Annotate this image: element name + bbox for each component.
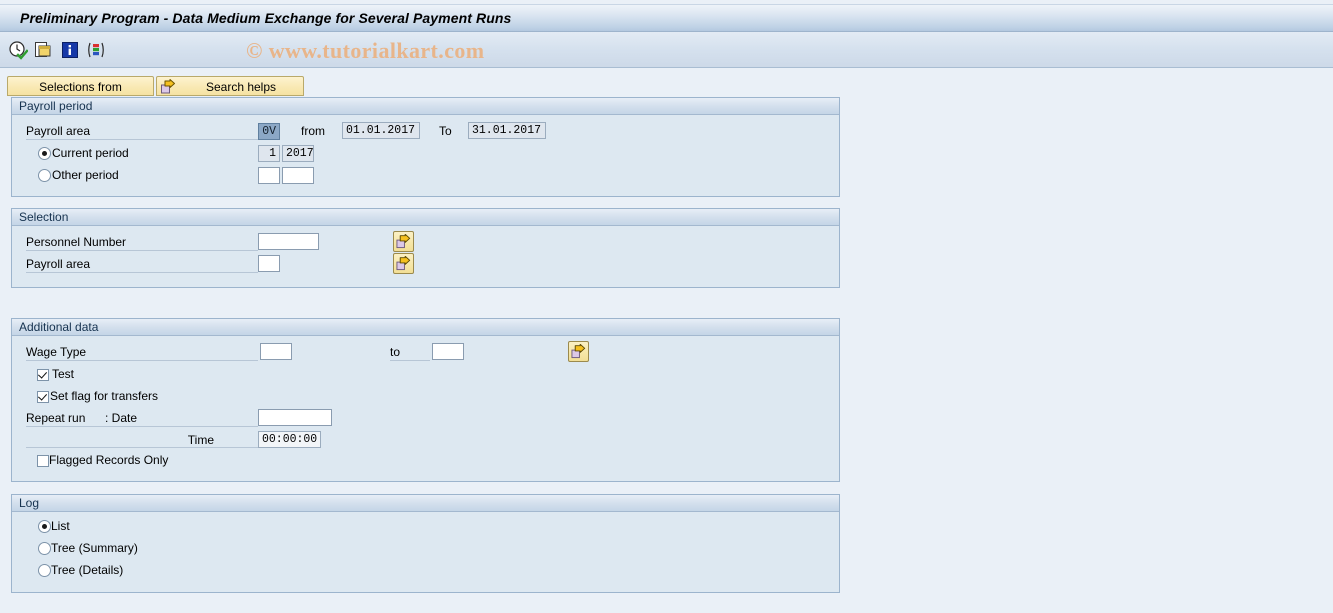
personnel-number-input[interactable]: [258, 233, 319, 250]
tab-search-helps-label: Search helps: [205, 80, 277, 94]
panel-additional-data-header: Additional data: [12, 319, 839, 336]
selection-payroll-area-label: Payroll area: [26, 256, 258, 273]
repeat-run-time-input[interactable]: 00:00:00: [258, 431, 321, 448]
application-toolbar: [0, 32, 1333, 68]
checkbox-test-label[interactable]: Test: [52, 366, 74, 382]
panel-additional-data: Additional data Wage Type to Test Set fl…: [11, 318, 840, 482]
info-icon[interactable]: [60, 40, 80, 60]
other-period-number-input[interactable]: [258, 167, 280, 184]
radio-other-period[interactable]: [38, 169, 51, 182]
payroll-area-label: Payroll area: [26, 123, 258, 140]
panel-log: Log List Tree (Summary) Tree (Details): [11, 494, 840, 593]
radio-log-tree-summary-label[interactable]: Tree (Summary): [51, 540, 138, 556]
multiple-selection-icon[interactable]: [86, 40, 106, 60]
radio-log-list-label[interactable]: List: [51, 518, 70, 534]
current-period-year: 2017: [282, 145, 314, 162]
copy-variant-icon[interactable]: [34, 40, 54, 60]
radio-other-period-label[interactable]: Other period: [52, 167, 119, 183]
wage-type-multi-select-button[interactable]: [568, 341, 589, 362]
other-period-year-input[interactable]: [282, 167, 314, 184]
tab-selections-from-label: Selections from: [39, 80, 122, 94]
radio-current-period-label[interactable]: Current period: [52, 145, 129, 161]
to-label: To: [439, 124, 452, 138]
toolbar-icon-group: [8, 40, 106, 60]
panel-selection-header: Selection: [12, 209, 839, 226]
window-title-bar: Preliminary Program - Data Medium Exchan…: [0, 4, 1333, 32]
selection-payroll-area-input[interactable]: [258, 255, 280, 272]
period-from-date: 01.01.2017: [342, 122, 420, 139]
personnel-number-multi-select-button[interactable]: [393, 231, 414, 252]
selection-tabstrip: Selections from Search helps: [7, 76, 304, 96]
period-to-date: 31.01.2017: [468, 122, 546, 139]
panel-log-body: List Tree (Summary) Tree (Details): [12, 512, 839, 592]
payroll-area-input[interactable]: 0V: [258, 123, 280, 140]
panel-selection: Selection Personnel Number Payroll area: [11, 208, 840, 288]
tab-search-helps[interactable]: Search helps: [156, 76, 304, 96]
checkbox-flagged-records-only-label[interactable]: Flagged Records Only: [49, 452, 168, 468]
panel-selection-body: Personnel Number Payroll area: [12, 226, 839, 287]
repeat-run-date-input[interactable]: [258, 409, 332, 426]
tab-selections-from[interactable]: Selections from: [7, 76, 154, 96]
checkbox-set-flag-for-transfers-label[interactable]: Set flag for transfers: [50, 388, 158, 404]
repeat-run-time-label: Time: [26, 432, 258, 448]
wage-type-to-input[interactable]: [432, 343, 464, 360]
panel-payroll-period-header: Payroll period: [12, 98, 839, 115]
wage-type-to-label: to: [390, 344, 430, 361]
panel-payroll-period-body: Payroll area 0V from 01.01.2017 To 31.01…: [12, 115, 839, 196]
panel-log-header: Log: [12, 495, 839, 512]
radio-log-tree-details-label[interactable]: Tree (Details): [51, 562, 123, 578]
from-label: from: [301, 124, 325, 138]
wage-type-label: Wage Type: [26, 344, 258, 361]
personnel-number-label: Personnel Number: [26, 234, 258, 251]
checkbox-test[interactable]: [37, 369, 49, 381]
panel-additional-data-body: Wage Type to Test Set flag for transfers…: [12, 336, 839, 481]
current-period-number: 1: [258, 145, 280, 162]
repeat-run-date-label: : Date: [105, 411, 138, 425]
radio-log-tree-details[interactable]: [38, 564, 51, 577]
radio-log-tree-summary[interactable]: [38, 542, 51, 555]
checkbox-set-flag-for-transfers[interactable]: [37, 391, 49, 403]
payroll-area-multi-select-button[interactable]: [393, 253, 414, 274]
site-watermark: © www.tutorialkart.com: [246, 38, 485, 63]
checkbox-flagged-records-only[interactable]: [37, 455, 49, 467]
radio-log-list[interactable]: [38, 520, 51, 533]
window-title: Preliminary Program - Data Medium Exchan…: [20, 10, 512, 26]
wage-type-from-input[interactable]: [260, 343, 292, 360]
panel-payroll-period: Payroll period Payroll area 0V from 01.0…: [11, 97, 840, 197]
radio-current-period[interactable]: [38, 147, 51, 160]
execute-clock-icon[interactable]: [8, 40, 29, 60]
repeat-run-label: Repeat run: [26, 410, 258, 427]
